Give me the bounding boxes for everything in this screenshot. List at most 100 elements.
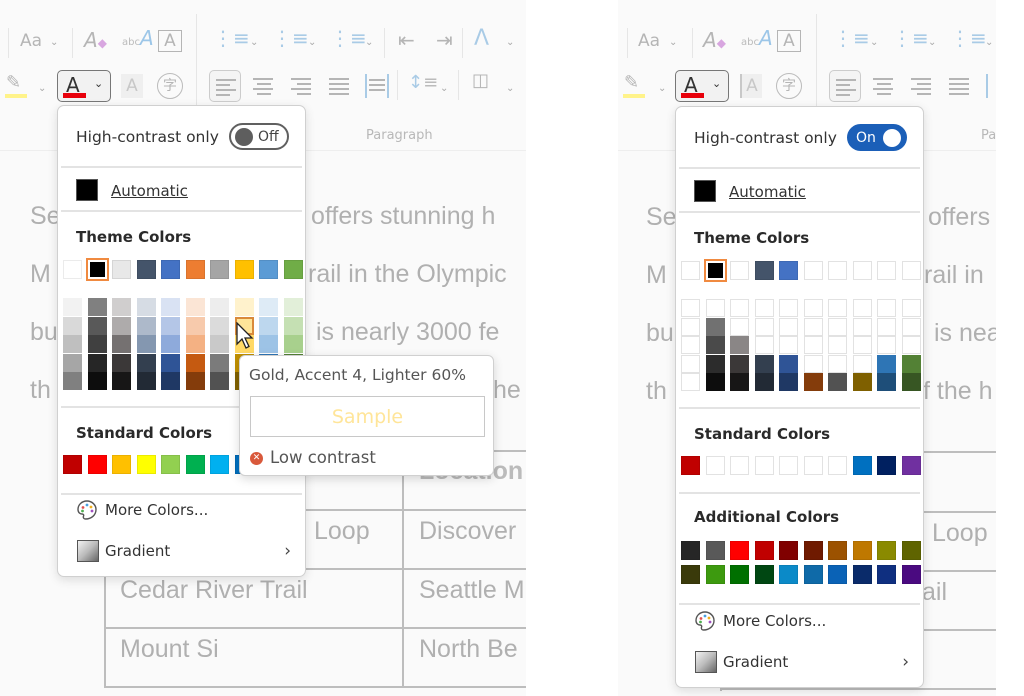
theme-shade-swatch[interactable]	[234, 298, 254, 316]
theme-shade-swatch[interactable]	[901, 317, 921, 336]
theme-shade-swatch[interactable]	[136, 335, 156, 353]
theme-shade-swatch[interactable]	[112, 335, 131, 353]
additional-color-swatch[interactable]	[705, 541, 725, 560]
theme-shade-swatch[interactable]	[63, 353, 82, 372]
theme-shade-swatch[interactable]	[185, 298, 205, 316]
theme-shade-swatch[interactable]	[852, 373, 872, 391]
theme-color-swatch[interactable]	[803, 261, 823, 280]
theme-shade-swatch[interactable]	[852, 317, 872, 336]
distributed-button[interactable]	[365, 74, 389, 98]
additional-color-swatch[interactable]	[730, 541, 749, 560]
chevron-down-icon[interactable]: ⌄	[50, 37, 58, 48]
additional-color-swatch[interactable]	[877, 565, 896, 584]
text-direction-icon[interactable]: Λ	[474, 28, 489, 50]
theme-shade-swatch[interactable]	[259, 298, 278, 316]
standard-color-swatch[interactable]	[112, 455, 131, 474]
multilevel-list-icon[interactable]: ⋮≡	[950, 28, 987, 48]
theme-color-swatch[interactable]	[730, 261, 749, 280]
theme-shade-swatch[interactable]	[803, 317, 823, 336]
theme-shade-swatch[interactable]	[828, 354, 847, 373]
additional-color-swatch[interactable]	[901, 541, 921, 560]
theme-color-swatch[interactable]	[681, 261, 700, 280]
theme-shade-swatch[interactable]	[901, 336, 921, 354]
high-contrast-toggle[interactable]: Off	[229, 123, 289, 150]
theme-shade-swatch[interactable]	[210, 353, 229, 372]
theme-shade-swatch[interactable]	[730, 354, 749, 373]
standard-color-swatch[interactable]	[136, 455, 156, 474]
align-left-button[interactable]	[829, 70, 861, 102]
additional-color-swatch[interactable]	[803, 541, 823, 560]
change-case-button[interactable]: Aa	[638, 33, 660, 50]
theme-color-swatch[interactable]	[112, 260, 131, 279]
more-colors-item[interactable]: More Colors...	[58, 491, 305, 529]
additional-color-swatch[interactable]	[803, 565, 823, 584]
chevron-down-icon[interactable]: ⌄	[669, 37, 677, 48]
chevron-down-icon[interactable]: ⌄	[250, 37, 258, 48]
character-shading-icon[interactable]: A	[121, 74, 143, 98]
align-left-button[interactable]	[209, 70, 241, 102]
chevron-down-icon[interactable]: ⌄	[506, 83, 514, 94]
theme-shade-swatch[interactable]	[87, 298, 107, 316]
theme-shade-swatch[interactable]	[877, 354, 896, 373]
theme-shade-swatch[interactable]	[730, 317, 749, 336]
theme-color-swatch[interactable]	[234, 260, 254, 279]
theme-shade-swatch[interactable]	[185, 335, 205, 353]
chevron-down-icon[interactable]: ⌄	[712, 77, 721, 90]
chevron-down-icon[interactable]: ⌄	[94, 77, 103, 90]
text-effects-icon[interactable]: abcA	[741, 28, 773, 48]
additional-color-swatch[interactable]	[779, 565, 798, 584]
numbering-icon[interactable]: ⋮≡	[892, 28, 929, 48]
theme-shade-swatch[interactable]	[185, 353, 205, 372]
clear-formatting-icon[interactable]: A◆	[703, 30, 726, 50]
standard-color-swatch[interactable]	[705, 456, 725, 475]
gradient-item[interactable]: Gradient ›	[676, 643, 923, 681]
automatic-color-item[interactable]: Automatic	[676, 171, 923, 211]
theme-shade-swatch[interactable]	[210, 316, 229, 335]
bullets-icon[interactable]: ⋮≡	[833, 28, 870, 48]
theme-shade-swatch[interactable]	[283, 335, 303, 353]
standard-color-swatch[interactable]	[681, 456, 700, 475]
theme-shade-swatch[interactable]	[828, 373, 847, 391]
additional-color-swatch[interactable]	[901, 565, 921, 584]
character-shading-icon[interactable]: A	[740, 74, 762, 98]
theme-shade-swatch[interactable]	[87, 372, 107, 390]
theme-shade-swatch[interactable]	[112, 316, 131, 335]
theme-shade-swatch[interactable]	[705, 336, 725, 354]
increase-indent-icon[interactable]: ⇥	[436, 30, 453, 50]
theme-shade-swatch[interactable]	[779, 373, 798, 391]
theme-color-swatch[interactable]	[852, 261, 872, 280]
theme-shade-swatch[interactable]	[259, 335, 278, 353]
theme-shade-swatch[interactable]	[705, 299, 725, 317]
theme-shade-swatch[interactable]	[803, 373, 823, 391]
theme-shade-swatch[interactable]	[136, 372, 156, 390]
standard-color-swatch[interactable]	[161, 455, 180, 474]
theme-shade-swatch[interactable]	[185, 372, 205, 390]
theme-shade-swatch[interactable]	[754, 336, 774, 354]
standard-color-swatch[interactable]	[63, 455, 82, 474]
theme-shade-swatch[interactable]	[210, 335, 229, 353]
standard-color-swatch[interactable]	[779, 456, 798, 475]
theme-shade-swatch[interactable]	[852, 354, 872, 373]
theme-shade-swatch[interactable]	[901, 373, 921, 391]
theme-shade-swatch[interactable]	[779, 299, 798, 317]
theme-shade-swatch[interactable]	[877, 336, 896, 354]
multilevel-list-icon[interactable]: ⋮≡	[330, 28, 367, 48]
theme-shade-swatch[interactable]	[63, 372, 82, 390]
additional-color-swatch[interactable]	[828, 541, 847, 560]
change-case-button[interactable]: Aa	[20, 33, 42, 50]
theme-shade-swatch[interactable]	[681, 336, 700, 354]
enclose-characters-icon[interactable]: 字	[776, 73, 802, 99]
standard-color-swatch[interactable]	[754, 456, 774, 475]
standard-color-swatch[interactable]	[828, 456, 847, 475]
theme-shade-swatch[interactable]	[161, 316, 180, 335]
standard-color-swatch[interactable]	[803, 456, 823, 475]
theme-shade-swatch[interactable]	[136, 298, 156, 316]
theme-shade-swatch[interactable]	[901, 354, 921, 373]
theme-shade-swatch[interactable]	[161, 298, 180, 316]
standard-color-swatch[interactable]	[185, 455, 205, 474]
theme-color-swatch[interactable]	[161, 260, 180, 279]
shading-bucket-icon[interactable]: ◫	[472, 72, 489, 90]
theme-shade-swatch[interactable]	[730, 373, 749, 391]
theme-shade-swatch[interactable]	[877, 299, 896, 317]
theme-shade-swatch[interactable]	[705, 373, 725, 391]
